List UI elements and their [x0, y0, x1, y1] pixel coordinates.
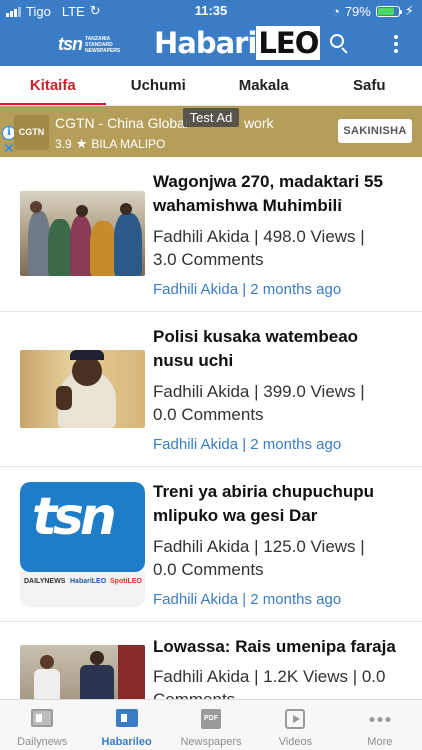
status-bar: Tigo LTE ↻ 11:35 ◔ 79% ⚡ — [0, 0, 422, 22]
article-meta: Fadhili Akida | 498.0 Views | 3.0 Commen… — [153, 227, 365, 269]
pdf-icon: PDF — [201, 709, 222, 729]
ad-title-start: CGTN - China Global — [55, 115, 192, 131]
nav-videos[interactable]: Videos — [253, 700, 337, 750]
nav-label: Habarileo — [101, 736, 152, 748]
dailynews-label: DAILYNEWS — [24, 578, 66, 585]
battery-icon — [375, 5, 402, 17]
tsn-logo-caption: TANZANIA STANDARD NEWSPAPERS — [85, 36, 121, 55]
article-meta: Fadhili Akida | 125.0 Views | 0.0 Commen… — [153, 537, 365, 579]
tsn-logo-text: tsn — [58, 34, 83, 54]
charging-icon: ⚡ — [404, 3, 414, 18]
article-item[interactable]: tsn DAILYNEWS HabariLEO SpotiLEO Treni y… — [0, 467, 422, 622]
ad-rating-value: 3.9 — [55, 137, 72, 151]
ad-close-icon[interactable]: ✕ — [3, 141, 15, 155]
category-tabs: Kitaifa Uchumi Makala Safu — [0, 66, 422, 106]
brand-part-1: Habari — [154, 26, 257, 60]
nav-dailynews[interactable]: Dailynews — [0, 700, 84, 750]
article-thumbnail[interactable] — [20, 645, 145, 699]
article-title[interactable]: Lowassa: Rais umenipa faraja — [153, 635, 403, 659]
article-footer: Fadhili Akida | 2 months ago — [153, 281, 342, 298]
nav-label: Videos — [278, 736, 313, 748]
newspaper-icon — [115, 709, 138, 727]
nav-more[interactable]: More — [338, 700, 422, 750]
test-ad-label: Test Ad — [183, 108, 239, 127]
article-item[interactable]: Polisi kusaka watembeao nusu uchi Fadhil… — [0, 312, 422, 467]
newspaper-icon — [31, 709, 54, 727]
spotileo-label: SpotiLEO — [110, 578, 142, 585]
nav-habarileo[interactable]: Habarileo — [84, 700, 168, 750]
status-right: ◔ 79% ⚡ — [332, 3, 414, 19]
article-meta: Fadhili Akida | 399.0 Views | 0.0 Commen… — [153, 382, 365, 424]
article-title[interactable]: Wagonjwa 270, madaktari 55 wahamishwa Mu… — [153, 170, 403, 218]
habarileo-brand-logo: HabariLEO — [154, 26, 321, 60]
ad-logo: CGTN — [14, 115, 49, 150]
bottom-tab-bar: Dailynews Habarileo PDF Newspapers Video… — [0, 699, 422, 750]
article-footer: Fadhili Akida | 2 months ago — [153, 591, 342, 608]
tab-safu[interactable]: Safu — [317, 66, 422, 105]
app-header: tsn TANZANIA STANDARD NEWSPAPERS HabariLE… — [0, 22, 422, 66]
article-list: Wagonjwa 270, madaktari 55 wahamishwa Mu… — [0, 157, 422, 699]
tab-makala[interactable]: Makala — [211, 66, 317, 105]
vertical-dots-icon[interactable] — [384, 32, 408, 56]
battery-fill — [377, 7, 394, 15]
habarileo-label: HabariLEO — [70, 578, 107, 585]
ad-title-end: work — [243, 115, 274, 131]
tsn-logo-text: tsn — [32, 487, 117, 547]
brand-part-2: LEO — [256, 26, 321, 60]
tab-uchumi[interactable]: Uchumi — [106, 66, 212, 105]
tsn-logo[interactable]: tsn TANZANIA STANDARD NEWSPAPERS — [58, 34, 121, 55]
ad-title: CGTN - China Global work — [55, 115, 274, 131]
nav-label: Dailynews — [17, 736, 68, 748]
star-icon: ★ — [75, 136, 88, 151]
nav-label: Newspapers — [180, 736, 242, 748]
article-title[interactable]: Polisi kusaka watembeao nusu uchi — [153, 325, 403, 373]
nav-newspapers[interactable]: PDF Newspapers — [169, 700, 253, 750]
article-item[interactable]: Lowassa: Rais umenipa faraja Fadhili Aki… — [0, 622, 422, 699]
more-dots-icon — [369, 717, 391, 722]
tab-kitaifa[interactable]: Kitaifa — [0, 66, 106, 105]
orientation-lock-icon: ◔ — [331, 3, 340, 19]
ad-price: BILA MALIPO — [91, 137, 166, 151]
article-title[interactable]: Treni ya abiria chupuchupu mlipuko wa ge… — [153, 480, 403, 528]
video-icon — [285, 709, 306, 729]
search-icon[interactable] — [328, 32, 352, 56]
nav-label: More — [367, 736, 393, 748]
article-footer: Fadhili Akida | 2 months ago — [153, 436, 342, 453]
ad-install-button[interactable]: SAKINISHA — [338, 119, 412, 143]
battery-percent: 79% — [344, 3, 371, 19]
article-item[interactable]: Wagonjwa 270, madaktari 55 wahamishwa Mu… — [0, 157, 422, 312]
ad-rating: 3.9 ★ BILA MALIPO — [55, 136, 165, 152]
article-thumbnail[interactable] — [20, 191, 145, 276]
article-thumbnail[interactable]: tsn DAILYNEWS HabariLEO SpotiLEO — [20, 482, 145, 607]
article-thumbnail[interactable] — [20, 350, 145, 428]
article-meta: Fadhili Akida | 1.2K Views | 0.0 Comment… — [153, 667, 386, 699]
